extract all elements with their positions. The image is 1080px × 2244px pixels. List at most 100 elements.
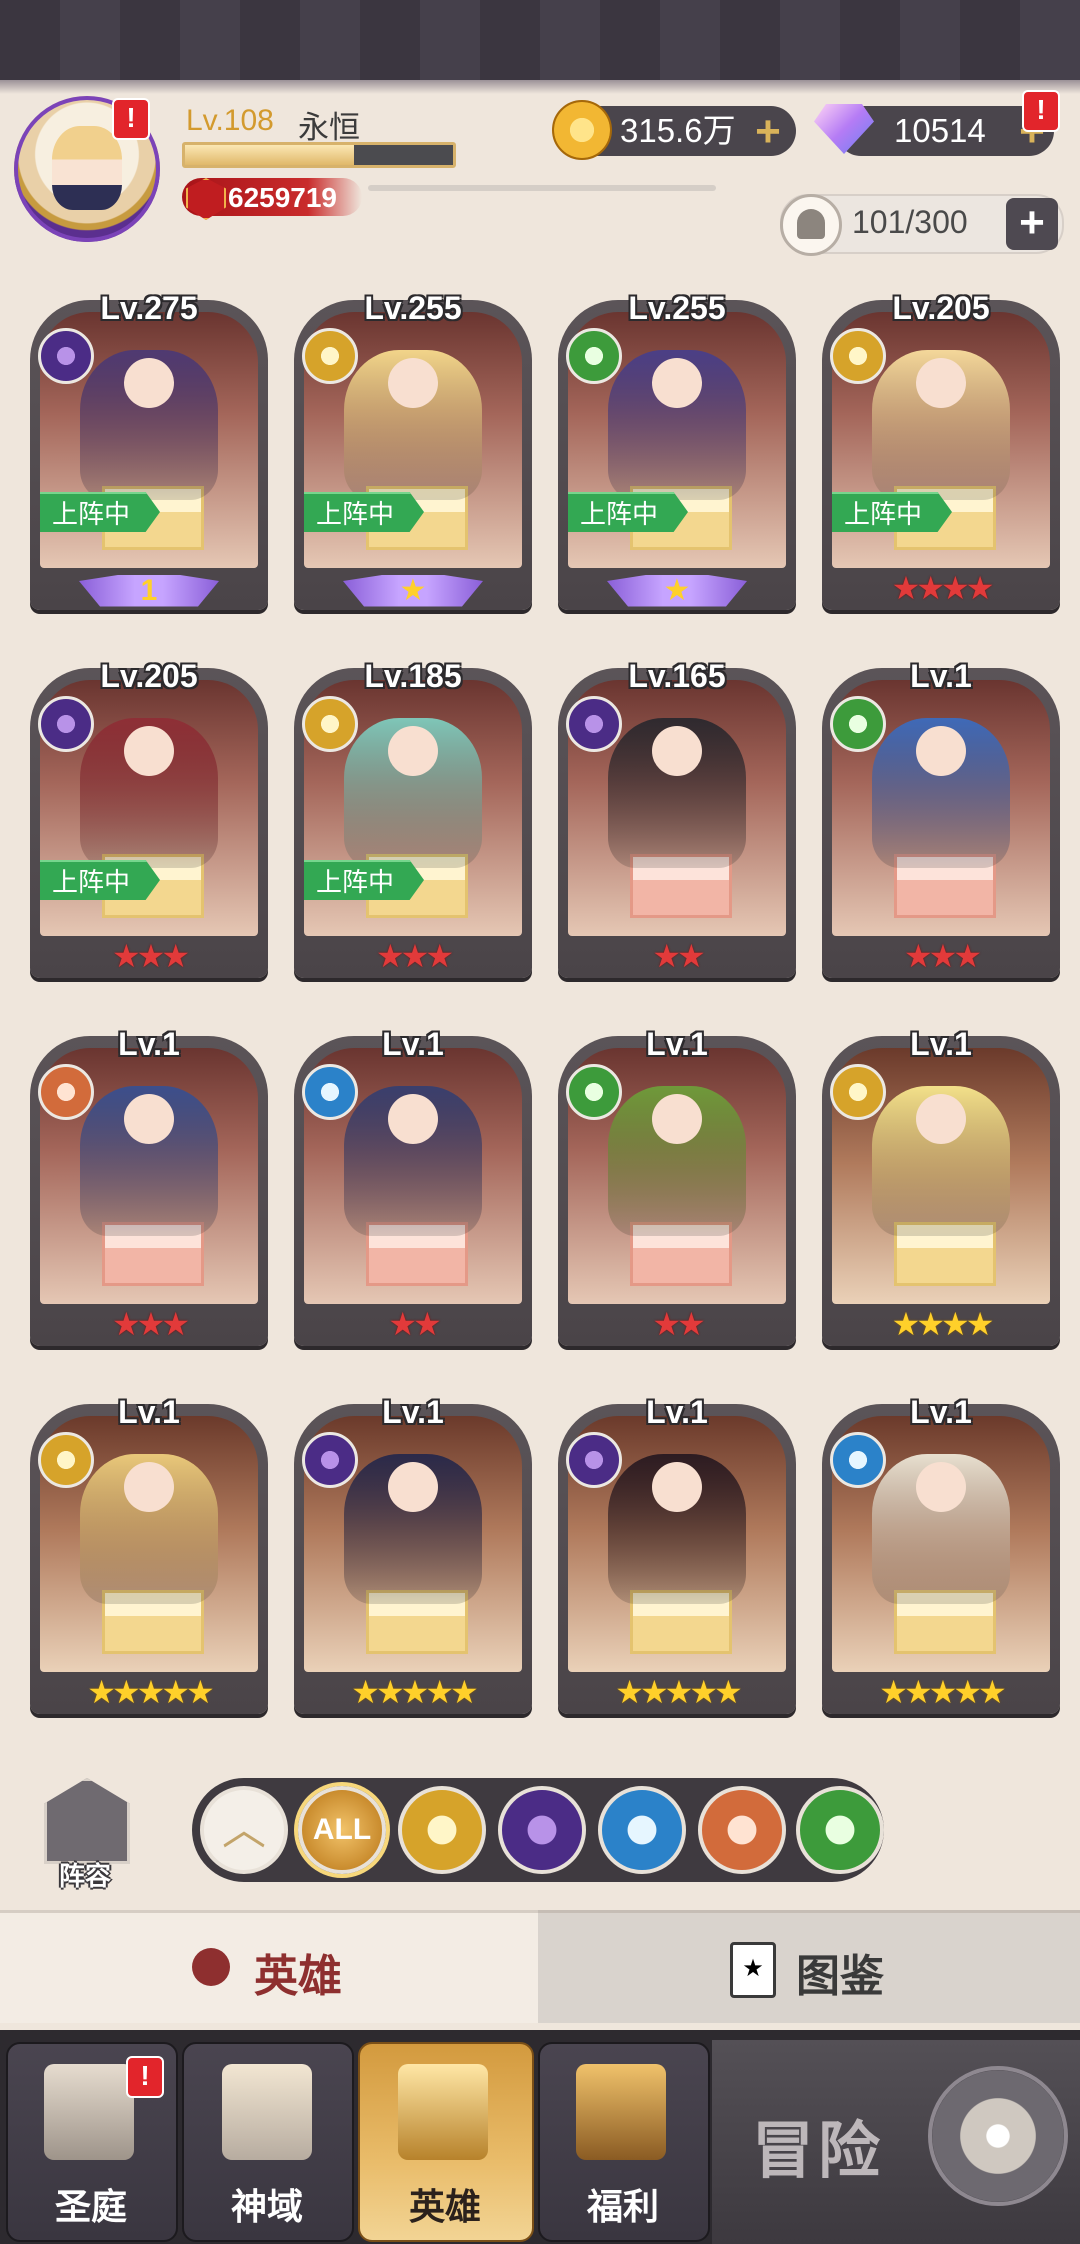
hero-rank: ★★ [568, 936, 786, 976]
roster-expand-button[interactable]: + [1006, 198, 1058, 250]
star-icon: ★ [903, 938, 933, 974]
deployed-tag: 上阵中 [40, 860, 160, 900]
rank-star-icon: ★ [663, 573, 691, 607]
star-icon: ★ [413, 1306, 442, 1342]
lineup-label: 阵容 [58, 1861, 111, 1891]
star-icon: ★ [639, 1674, 669, 1710]
nature-faction-icon [566, 1064, 622, 1120]
star-icon: ★ [87, 1674, 116, 1710]
filter-water-icon[interactable] [598, 1786, 686, 1874]
star-icon: ★ [891, 1306, 921, 1342]
star-icon: ★ [941, 1306, 970, 1342]
gold-add-button[interactable]: + [748, 110, 788, 154]
hero-card[interactable]: Lv.1 ★★ [288, 1026, 538, 1360]
hero-sprite [608, 1086, 746, 1236]
helmet-icon [780, 194, 842, 256]
hero-card[interactable]: Lv.185 上阵中 ★★★ [288, 658, 538, 992]
dark-faction-icon [566, 696, 622, 752]
hero-rank: ★★ [304, 1304, 522, 1344]
hero-card[interactable]: Lv.1 ★★★ [24, 1026, 274, 1360]
hero-level: Lv.1 [382, 1026, 444, 1062]
tab-heroes-label: 英雄 [254, 1952, 342, 2001]
hero-card[interactable]: Lv.275 上阵中 1 [24, 290, 274, 624]
gem-alert-badge: ! [1022, 90, 1060, 132]
hero-sprite [80, 1086, 218, 1236]
gold-value: 315.6万 [620, 112, 736, 149]
hero-sprite [872, 1086, 1010, 1236]
star-icon: ★ [400, 1674, 430, 1710]
nav-benefits-label: 福利 [586, 2186, 659, 2227]
hero-sprite [344, 350, 482, 500]
water-faction-icon [302, 1064, 358, 1120]
star-icon: ★ [136, 1306, 166, 1342]
filter-dark-icon[interactable] [498, 1786, 586, 1874]
gem-value: 10514 [894, 112, 986, 149]
rank-star-icon: ★ [399, 573, 427, 607]
star-icon: ★ [161, 938, 190, 974]
hero-card[interactable]: Lv.255 上阵中 ★ [552, 290, 802, 624]
hero-rank: ★★★★ [832, 1304, 1050, 1344]
star-icon: ★ [375, 938, 405, 974]
hero-rank: ★★★ [832, 936, 1050, 976]
light-faction-icon [38, 1432, 94, 1488]
chess-pawn-icon [44, 1778, 130, 1864]
hero-card[interactable]: Lv.1 ★★★ [816, 658, 1066, 992]
hero-level: Lv.255 [628, 290, 726, 326]
star-icon: ★ [903, 1674, 933, 1710]
star-icon: ★ [916, 1306, 945, 1342]
hero-card[interactable]: Lv.1 ★★★★ [816, 1026, 1066, 1360]
hero-card[interactable]: Lv.165 ★★ [552, 658, 802, 992]
hero-card[interactable]: Lv.1 ★★★★★ [816, 1394, 1066, 1728]
nav-sanctuary-label: 圣庭 [54, 2186, 127, 2227]
power-value: 6259719 [228, 182, 338, 213]
star-icon: ★ [652, 1306, 681, 1342]
hero-sprite [80, 718, 218, 868]
hero-card[interactable]: Lv.1 ★★ [552, 1026, 802, 1360]
hero-card[interactable]: Lv.1 ★★★★★ [552, 1394, 802, 1728]
beast-faction-icon [38, 1064, 94, 1120]
hero-sprite [80, 1454, 218, 1604]
nature-faction-icon [830, 696, 886, 752]
lineup-button[interactable]: 阵容 [30, 1778, 140, 1891]
star-icon: ★ [664, 1674, 694, 1710]
filter-all-button[interactable]: ALL [298, 1786, 386, 1874]
star-icon: ★ [928, 1674, 958, 1710]
hero-sprite [608, 718, 746, 868]
treasure-chest-icon [576, 2064, 666, 2160]
star-icon: ★ [965, 1306, 995, 1342]
star-icon: ★ [136, 938, 166, 974]
hero-card[interactable]: Lv.205 上阵中 ★★★ [24, 658, 274, 992]
player-level: Lv.108 [186, 104, 274, 137]
hero-card[interactable]: Lv.205 上阵中 ★★★★ [816, 290, 1066, 624]
hero-level: Lv.205 [892, 290, 990, 326]
star-icon: ★ [965, 570, 995, 606]
hero-level: Lv.1 [382, 1394, 444, 1430]
avatar-alert-badge: ! [112, 98, 150, 140]
filter-light-icon[interactable] [398, 1786, 486, 1874]
star-icon: ★ [161, 1674, 190, 1710]
hero-rank: ★★★★★ [568, 1672, 786, 1712]
hero-rank: ★★★ [304, 936, 522, 976]
filter-nature-icon[interactable] [796, 1786, 884, 1874]
hero-rank: ★★★★★ [304, 1672, 522, 1712]
star-icon: ★ [879, 1674, 908, 1710]
star-icon: ★ [677, 938, 706, 974]
hero-card[interactable]: Lv.1 ★★★★★ [24, 1394, 274, 1728]
hero-level: Lv.1 [910, 1394, 972, 1430]
water-faction-icon [830, 1432, 886, 1488]
dark-faction-icon [302, 1432, 358, 1488]
helmet-nav-icon [398, 2064, 488, 2160]
hero-rank: ★★ [568, 1304, 786, 1344]
collapse-filter-button[interactable]: ︿ [200, 1786, 288, 1874]
nav-sanctuary-badge: ! [126, 2056, 164, 2098]
dark-faction-icon [38, 696, 94, 752]
deployed-tag: 上阵中 [304, 492, 424, 532]
hero-card[interactable]: Lv.255 上阵中 ★ [288, 290, 538, 624]
filter-beast-icon[interactable] [698, 1786, 786, 1874]
hero-level: Lv.165 [628, 658, 726, 694]
shrine-icon [222, 2064, 312, 2160]
deployed-tag: 上阵中 [832, 492, 952, 532]
star-icon: ★ [161, 1306, 190, 1342]
hero-card[interactable]: Lv.1 ★★★★★ [288, 1394, 538, 1728]
star-icon: ★ [111, 1306, 141, 1342]
